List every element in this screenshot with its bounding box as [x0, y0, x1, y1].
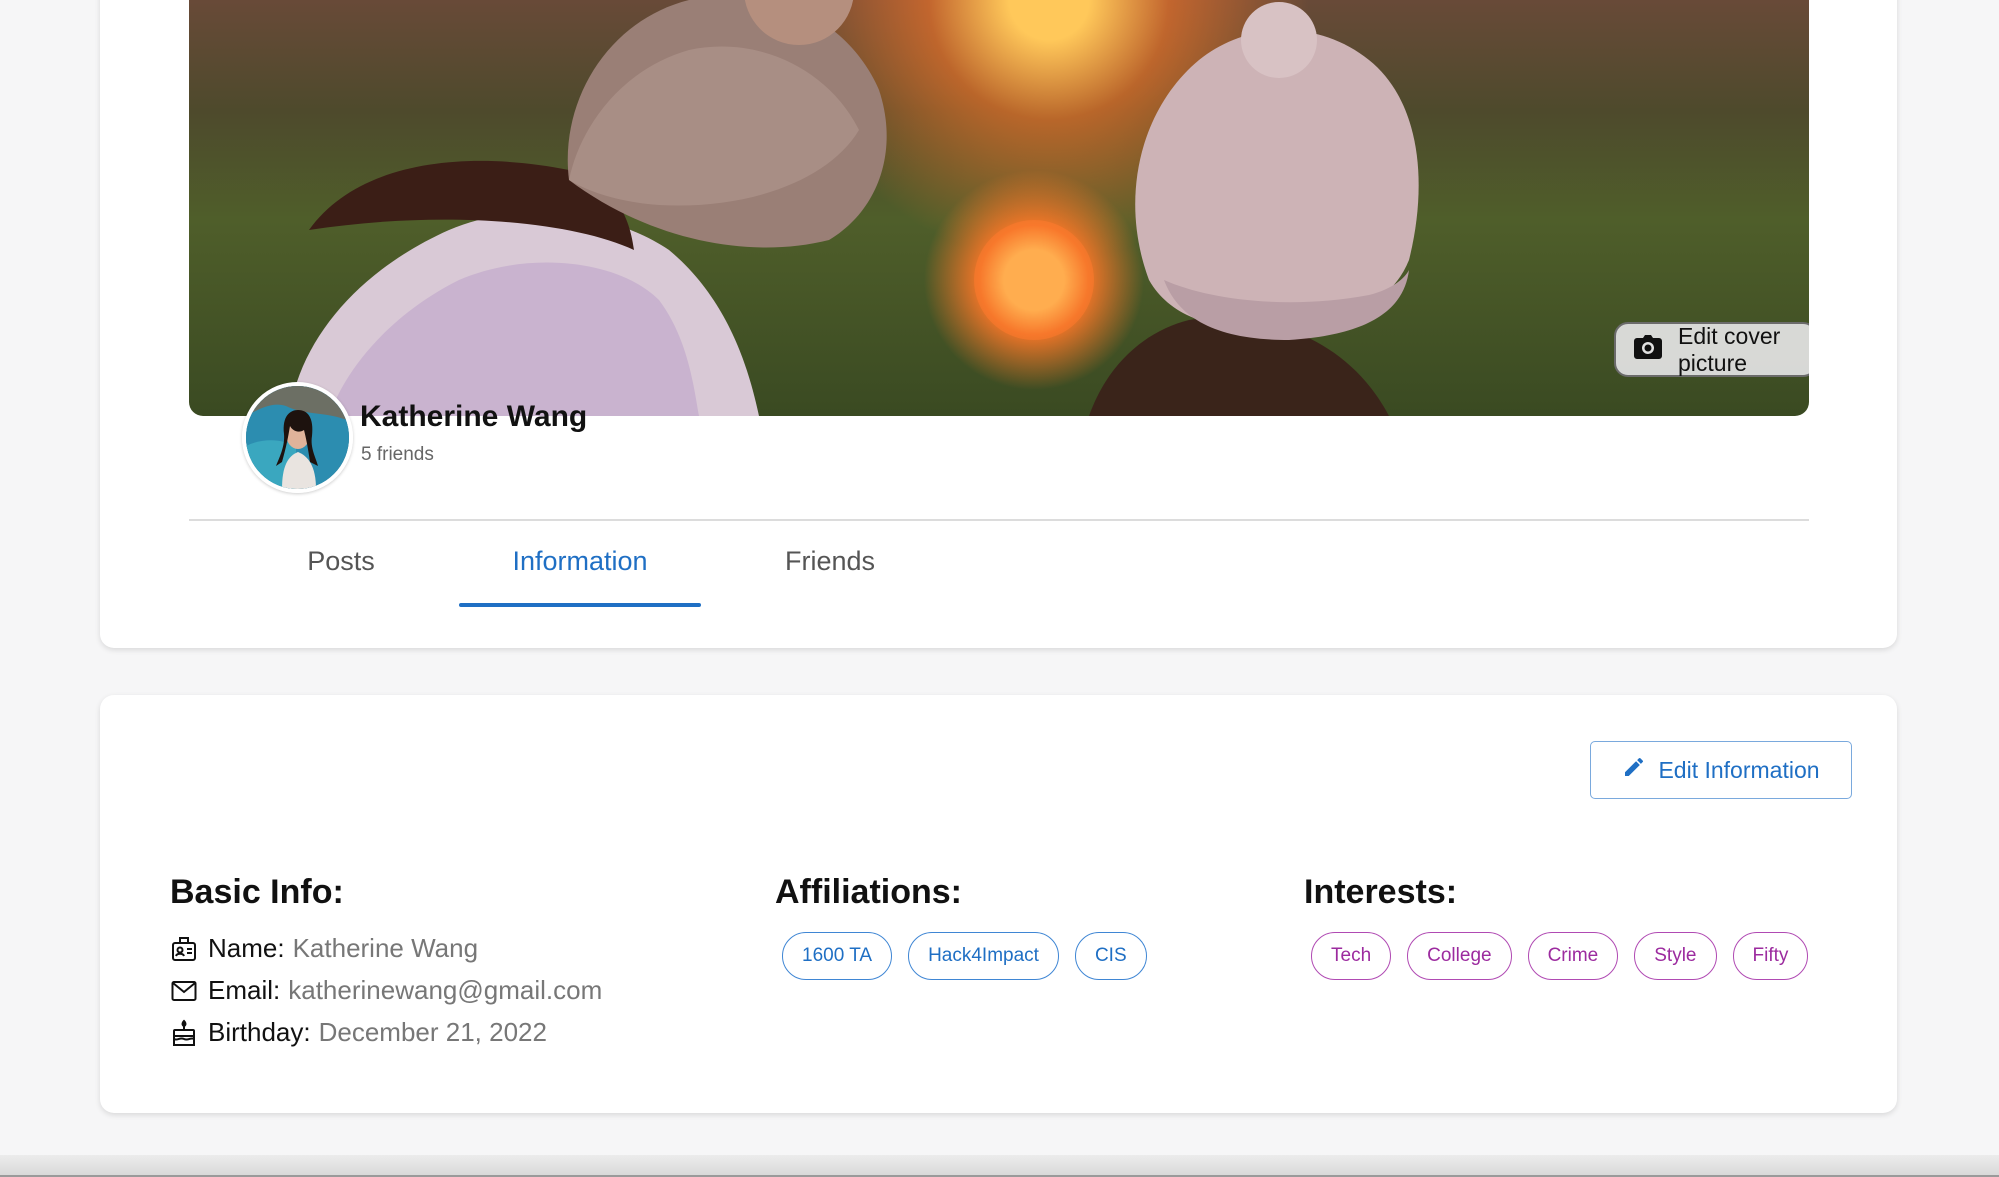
edit-information-label: Edit Information	[1658, 756, 1820, 783]
interest-chip[interactable]: Fifty	[1732, 932, 1809, 980]
affiliations-title: Affiliations:	[775, 873, 962, 911]
affiliation-chip[interactable]: 1600 TA	[782, 932, 893, 980]
edit-cover-picture-label: Edit cover picture	[1678, 322, 1781, 376]
interests-list: Tech College Crime Style Fifty	[1311, 932, 1809, 980]
avatar[interactable]	[242, 382, 353, 493]
name-label: Name:	[208, 933, 285, 963]
tab-posts[interactable]: Posts	[281, 546, 401, 577]
affiliation-chip[interactable]: Hack4Impact	[908, 932, 1059, 980]
pencil-icon	[1622, 755, 1646, 785]
cover-photo: Edit cover picture	[189, 0, 1809, 416]
profile-header-card: Edit cover picture Katherine Wang 5 frie…	[100, 0, 1897, 648]
interest-chip[interactable]: Style	[1634, 932, 1717, 980]
birthday-row: Birthday: December 21, 2022	[170, 1017, 547, 1048]
avatar-photo	[246, 386, 349, 489]
edit-information-button[interactable]: Edit Information	[1590, 741, 1852, 799]
email-row: Email: katherinewang@gmail.com	[170, 975, 602, 1006]
cover-photo-image	[289, 0, 1419, 416]
interest-chip[interactable]: Crime	[1527, 932, 1619, 980]
affiliations-list: 1600 TA Hack4Impact CIS	[782, 932, 1147, 980]
friends-count[interactable]: 5 friends	[361, 444, 434, 466]
interests-title: Interests:	[1304, 873, 1458, 911]
window-bottom-edge	[0, 1155, 1999, 1177]
birthday-label: Birthday:	[208, 1017, 311, 1047]
edit-cover-picture-button[interactable]: Edit cover picture	[1614, 322, 1809, 377]
id-badge-icon	[170, 935, 198, 963]
email-value: katherinewang@gmail.com	[288, 975, 603, 1005]
tabs-divider	[189, 519, 1809, 521]
interest-chip[interactable]: Tech	[1311, 932, 1392, 980]
information-card: Edit Information Basic Info: Affiliation…	[100, 695, 1897, 1113]
camera-icon	[1634, 334, 1662, 365]
basic-info-title: Basic Info:	[170, 873, 344, 911]
email-label: Email:	[208, 975, 281, 1005]
birthday-value: December 21, 2022	[318, 1017, 547, 1047]
affiliation-chip[interactable]: CIS	[1074, 932, 1147, 980]
tab-information[interactable]: Information	[459, 546, 701, 577]
tab-friends[interactable]: Friends	[750, 546, 910, 577]
active-tab-indicator	[459, 603, 701, 607]
profile-name: Katherine Wang	[360, 400, 588, 433]
cake-icon	[170, 1019, 198, 1047]
mail-icon	[170, 977, 198, 1005]
interest-chip[interactable]: College	[1407, 932, 1512, 980]
name-value: Katherine Wang	[292, 933, 479, 963]
name-row: Name: Katherine Wang	[170, 933, 478, 964]
